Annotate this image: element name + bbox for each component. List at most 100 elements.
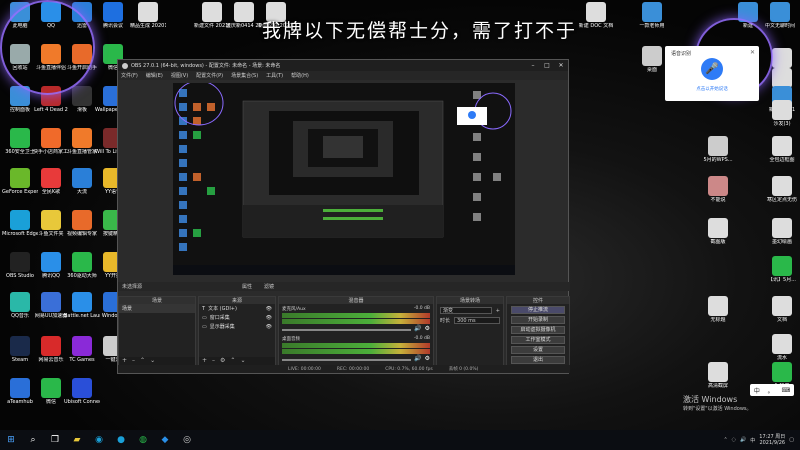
add-transition-icon[interactable]: + (496, 308, 500, 314)
minimize-icon[interactable]: – (526, 62, 540, 69)
network-icon[interactable]: ◌ (732, 437, 736, 443)
visibility-eye-icon[interactable]: 👁 (266, 306, 272, 312)
desktop-icon[interactable]: 5月的WPS... (700, 136, 736, 163)
source-item[interactable]: T 文本 (GDI+) 👁 (199, 304, 275, 313)
source-item[interactable]: ▭ 窗口采集 👁 (199, 313, 275, 322)
studio-mode-button[interactable]: 工作室模式 (511, 336, 565, 344)
obs-window[interactable]: OBS 27.0.1 (64-bit, windows) - 配置文件: 未命名… (117, 59, 570, 374)
transition-type-select[interactable]: 渐变 (440, 307, 492, 314)
search-icon[interactable]: ⌕ (26, 433, 40, 447)
desktop-icon[interactable]: 不能说 (700, 176, 736, 203)
file-explorer-icon[interactable]: ▰ (70, 433, 84, 447)
close-icon[interactable]: ✕ (554, 62, 568, 69)
windows-start-icon[interactable]: ⊞ (4, 433, 18, 447)
desktop-app-icon (10, 168, 30, 188)
menu-help[interactable]: 帮助(H) (291, 72, 309, 79)
move-down-icon[interactable]: ⌄ (150, 357, 155, 365)
menu-tools[interactable]: 工具(T) (266, 72, 283, 79)
close-icon[interactable]: ✕ (750, 49, 755, 56)
desktop-icon[interactable]: 新建 DOC 文档 (578, 2, 614, 29)
obs-preview[interactable] (173, 83, 515, 275)
obs-titlebar[interactable]: OBS 27.0.1 (64-bit, windows) - 配置文件: 未命名… (118, 60, 568, 71)
ime-tray-icon[interactable]: 中 (750, 437, 755, 444)
desktop-app-icon (72, 252, 92, 272)
desktop-icon[interactable]: 截图版 (700, 218, 736, 245)
task-view-icon[interactable]: ❐ (48, 433, 62, 447)
speaker-icon[interactable]: 🔊 (414, 355, 421, 362)
source-settings-icon[interactable]: ⚙ (220, 357, 225, 365)
menu-view[interactable]: 视图(V) (171, 72, 188, 79)
menu-profile[interactable]: 配置文件(P) (196, 72, 223, 79)
desktop-icon[interactable]: Ubisoft Connect (64, 378, 100, 405)
desktop-icon[interactable]: 【讯】5月... (764, 256, 800, 283)
menu-edit[interactable]: 编辑(E) (146, 72, 163, 79)
source-item[interactable]: ▭ 显示器采集 👁 (199, 322, 275, 331)
desktop-icon[interactable]: 高清截屏 (700, 362, 736, 389)
duration-input[interactable]: 300 ms (454, 317, 500, 324)
volume-slider[interactable] (282, 358, 412, 361)
desktop-icon[interactable]: 沙发(3) (764, 100, 800, 127)
remove-source-icon[interactable]: – (212, 357, 215, 365)
maximize-icon[interactable]: □ (540, 62, 554, 69)
remove-scene-icon[interactable]: – (132, 357, 135, 365)
menu-scene-collection[interactable]: 场景集合(S) (231, 72, 258, 79)
notification-icon[interactable]: ▢ (789, 437, 794, 443)
move-up-icon[interactable]: ⌃ (230, 357, 235, 365)
properties-button[interactable]: 属性 (242, 283, 252, 290)
move-down-icon[interactable]: ⌄ (240, 357, 245, 365)
ime-punctuation[interactable]: 。 (768, 386, 774, 395)
transition-duration-row: 时长 300 ms (440, 317, 500, 324)
visibility-eye-icon[interactable]: 👁 (266, 315, 272, 321)
obs-logo-icon (122, 62, 128, 69)
desktop-icon[interactable]: 重庆新0414 20210825 (226, 2, 262, 29)
desktop-icon[interactable]: 无标题 (700, 296, 736, 323)
ime-toolbar[interactable]: 中 。 ⌨ (750, 384, 794, 396)
volume-icon[interactable]: 🔊 (740, 437, 746, 443)
desktop-icon[interactable]: 寒区定点无伤 (764, 176, 800, 203)
visibility-eye-icon[interactable]: 👁 (266, 324, 272, 330)
ime-language[interactable]: 中 (754, 386, 760, 395)
add-source-icon[interactable]: + (202, 357, 207, 365)
stop-streaming-button[interactable]: 停止推流 (511, 306, 565, 314)
exit-button[interactable]: 退出 (511, 356, 565, 364)
settings-button[interactable]: 设置 (511, 346, 565, 354)
add-scene-icon[interactable]: + (122, 357, 127, 365)
speaker-icon[interactable]: 🔊 (414, 325, 421, 332)
menu-file[interactable]: 文件(F) (121, 72, 138, 79)
desktop-icon[interactable]: 文档 (764, 296, 800, 323)
desktop-icon[interactable]: 全包边框图 (764, 136, 800, 163)
gear-icon[interactable]: ⚙ (425, 325, 430, 332)
desktop-icon[interactable]: 中文无聊时间 (762, 2, 798, 29)
microphone-icon[interactable]: 🎤 (701, 58, 723, 80)
desktop-icon[interactable]: 墨幻绘画 (764, 218, 800, 245)
qq-icon[interactable]: ◆ (158, 433, 172, 447)
browser-icon[interactable]: ● (114, 433, 128, 447)
desktop-app-icon (770, 2, 790, 22)
keyboard-icon[interactable]: ⌨ (781, 387, 790, 394)
activate-line1: 激活 Windows (683, 395, 738, 404)
wechat-icon[interactable]: ◍ (136, 433, 150, 447)
start-recording-button[interactable]: 开始录制 (511, 316, 565, 324)
gear-icon[interactable]: ⚙ (425, 355, 430, 362)
voice-input-widget[interactable]: 语音识别 ✕ 🎤 点击以开始说话 (665, 46, 759, 101)
obs-taskbar-icon[interactable]: ◎ (180, 433, 194, 447)
filters-button[interactable]: 滤镜 (264, 283, 274, 290)
desktop-icon[interactable]: 新建文件 20210727 (194, 2, 230, 29)
desktop-icon-label: 不能说 (710, 197, 726, 203)
scenes-panel-title: 场景 (119, 297, 195, 304)
volume-slider[interactable] (282, 328, 412, 331)
desktop-icon[interactable]: 精品生成 20201(1) (130, 2, 166, 29)
scene-item[interactable]: 场景 (119, 304, 195, 313)
clock[interactable]: 17:27 周日 2021/9/26 (759, 434, 785, 446)
desktop-app-icon (41, 378, 61, 398)
desktop-app-icon (772, 218, 792, 238)
desktop-app-icon (708, 136, 728, 156)
desktop-icon[interactable]: 流水 (764, 334, 800, 361)
desktop-icon[interactable]: 腾讯会议 (95, 2, 131, 29)
desktop-icon[interactable]: 一款老师用 (634, 2, 670, 29)
tray-arrow-icon[interactable]: ⌃ (723, 437, 727, 443)
start-virtual-camera-button[interactable]: 启动虚拟摄像机 (511, 326, 565, 334)
rec-timer: REC: 00:00:00 (336, 366, 370, 372)
edge-icon[interactable]: ◉ (92, 433, 106, 447)
move-up-icon[interactable]: ⌃ (140, 357, 145, 365)
